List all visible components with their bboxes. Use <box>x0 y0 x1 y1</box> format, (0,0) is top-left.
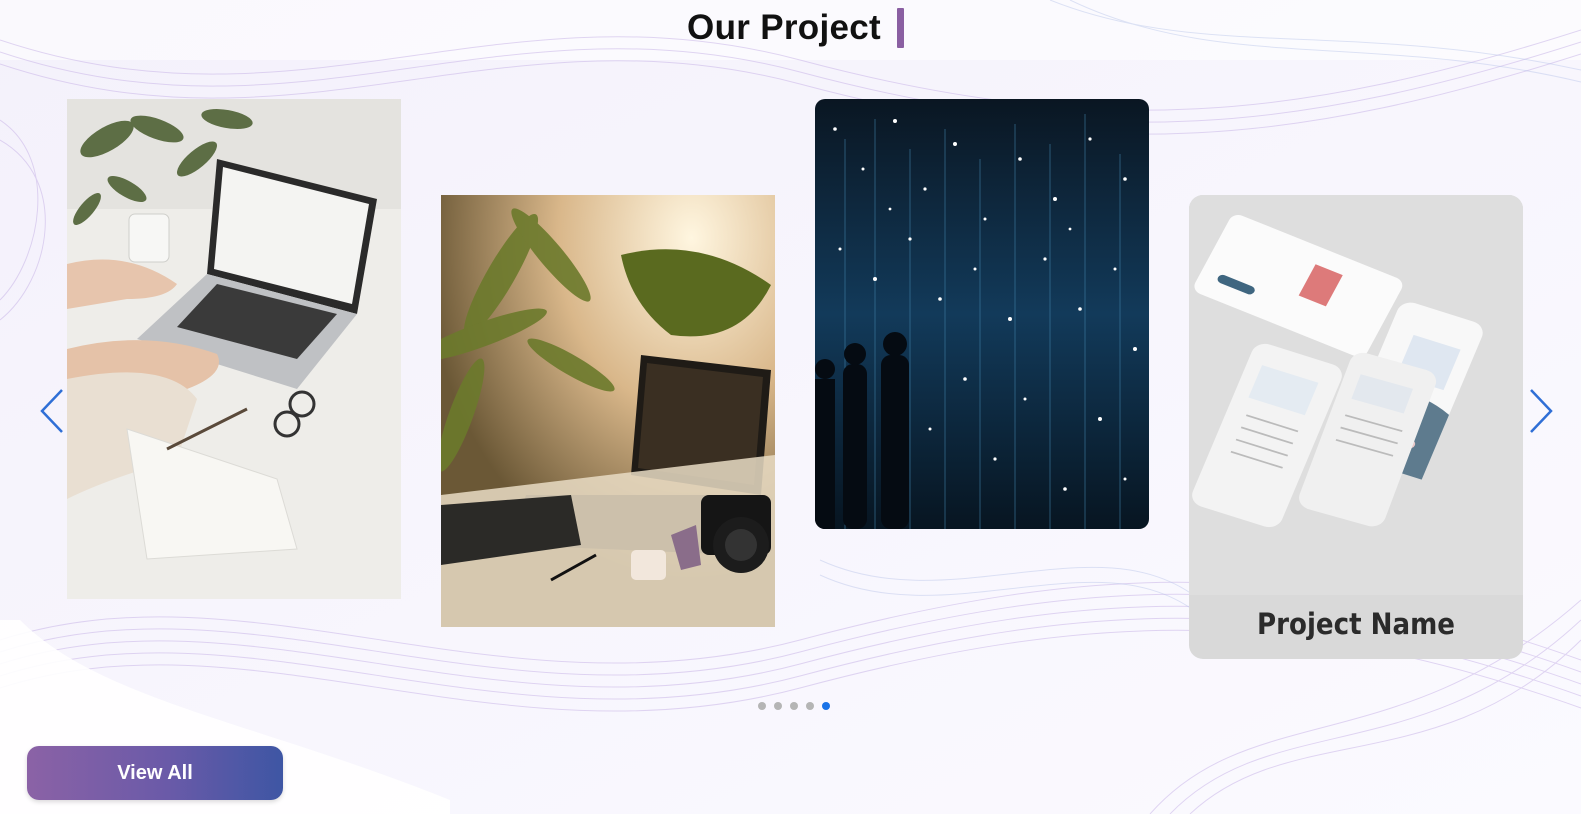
pagination-dot-3[interactable] <box>790 702 798 710</box>
carousel-prev-button[interactable] <box>36 386 68 436</box>
light-installation-photo <box>815 99 1149 529</box>
title-accent-bar <box>896 8 904 48</box>
project-card-4[interactable]: Project Name <box>1189 195 1523 659</box>
pagination-dot-4[interactable] <box>806 702 814 710</box>
section-header: Our Project <box>0 0 1581 56</box>
carousel-pagination <box>758 702 830 710</box>
mobile-app-mockup <box>1189 195 1523 595</box>
project-name: Project Name <box>1257 607 1455 641</box>
carousel-next-button[interactable] <box>1525 386 1557 436</box>
chevron-left-icon <box>40 389 63 433</box>
project-card-3[interactable] <box>815 99 1149 529</box>
project-card-1[interactable] <box>67 99 401 599</box>
project-card-2[interactable] <box>441 195 775 627</box>
pagination-dot-5[interactable] <box>822 702 830 710</box>
laptop-plants-photo <box>441 195 775 627</box>
section-title: Our Project <box>687 8 881 47</box>
laptop-desk-photo <box>67 99 401 599</box>
view-all-button[interactable]: View All <box>27 746 283 800</box>
pagination-dot-1[interactable] <box>758 702 766 710</box>
chevron-right-icon <box>1530 389 1553 433</box>
pagination-dot-2[interactable] <box>774 702 782 710</box>
